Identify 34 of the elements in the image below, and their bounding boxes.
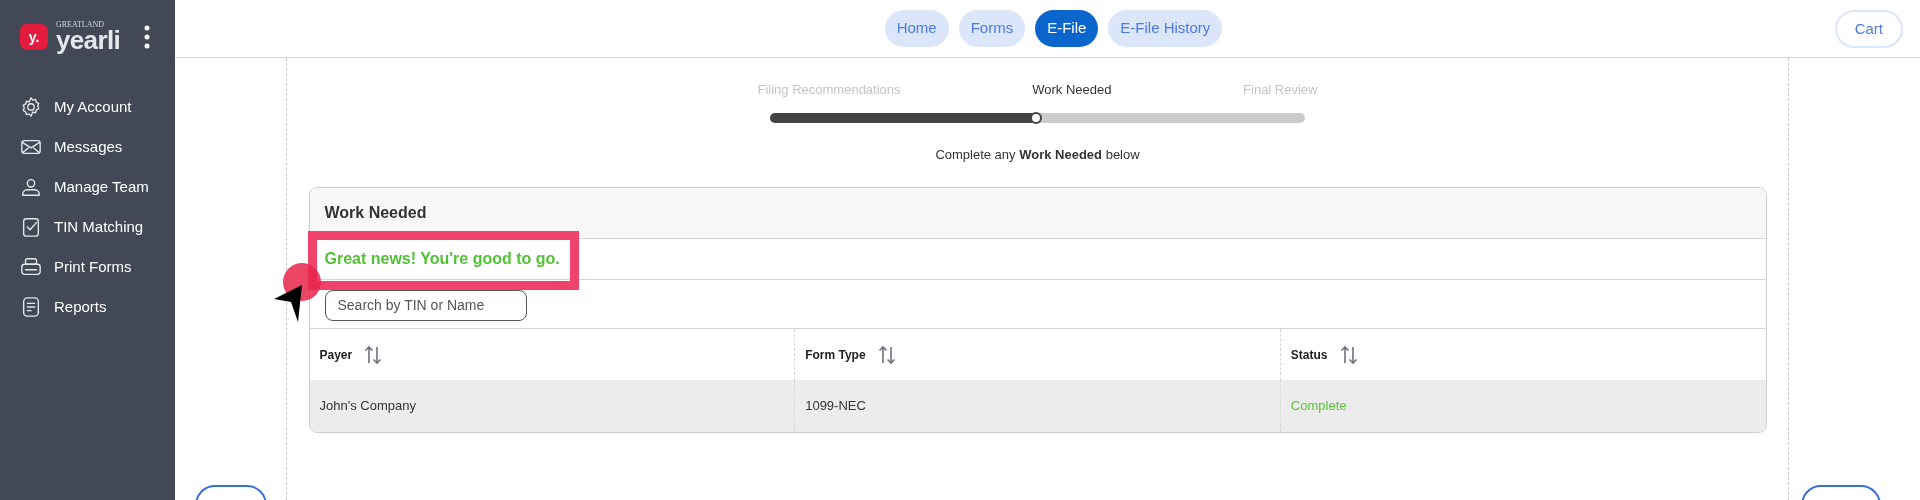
- sort-icon[interactable]: [364, 344, 383, 365]
- sort-icon[interactable]: [877, 344, 896, 365]
- nav-tab[interactable]: E-File: [1035, 10, 1099, 47]
- more-icon[interactable]: [144, 25, 151, 49]
- column-header: Status: [1290, 346, 1328, 364]
- cart-button[interactable]: Cart: [1834, 10, 1903, 48]
- logo-mark: y.: [20, 24, 48, 50]
- sort-icon[interactable]: [1339, 344, 1358, 365]
- logo-overline: GREATLAND: [56, 21, 105, 29]
- table-cell-text: 1099-NEC: [805, 397, 866, 416]
- column-header: Payer: [319, 346, 353, 364]
- user-icon: [20, 176, 42, 198]
- search-field[interactable]: Search by TIN or Name: [324, 289, 527, 321]
- card-title: Work Needed: [324, 203, 427, 223]
- instruction-text: Complete any Work Needed below: [935, 145, 1140, 164]
- cursor-drawing: [272, 262, 322, 324]
- sidebar-item[interactable]: Print Forms: [20, 256, 175, 278]
- sidebar-item[interactable]: Manage Team: [20, 176, 175, 198]
- table-cell-text: John's Company: [319, 397, 416, 416]
- printer-icon: [20, 256, 42, 278]
- success-message: Great news! You're good to go.: [324, 249, 560, 269]
- gear-icon: [20, 96, 42, 118]
- step-label: Work Needed: [1032, 81, 1112, 99]
- column-header: Form Type: [805, 346, 866, 364]
- logo-wordmark: yearli: [56, 27, 121, 53]
- document-icon: [20, 296, 42, 318]
- sidebar-item[interactable]: Reports: [20, 296, 175, 318]
- step-label: Final Review: [1243, 81, 1318, 99]
- checkbox-icon: [20, 216, 42, 238]
- step-label: Filing Recommendations: [757, 81, 901, 99]
- sidebar-item[interactable]: My Account: [20, 96, 175, 118]
- sidebar-item[interactable]: TIN Matching: [20, 216, 175, 238]
- sidebar-item[interactable]: Messages: [20, 136, 175, 158]
- status-text: Complete: [1290, 397, 1347, 416]
